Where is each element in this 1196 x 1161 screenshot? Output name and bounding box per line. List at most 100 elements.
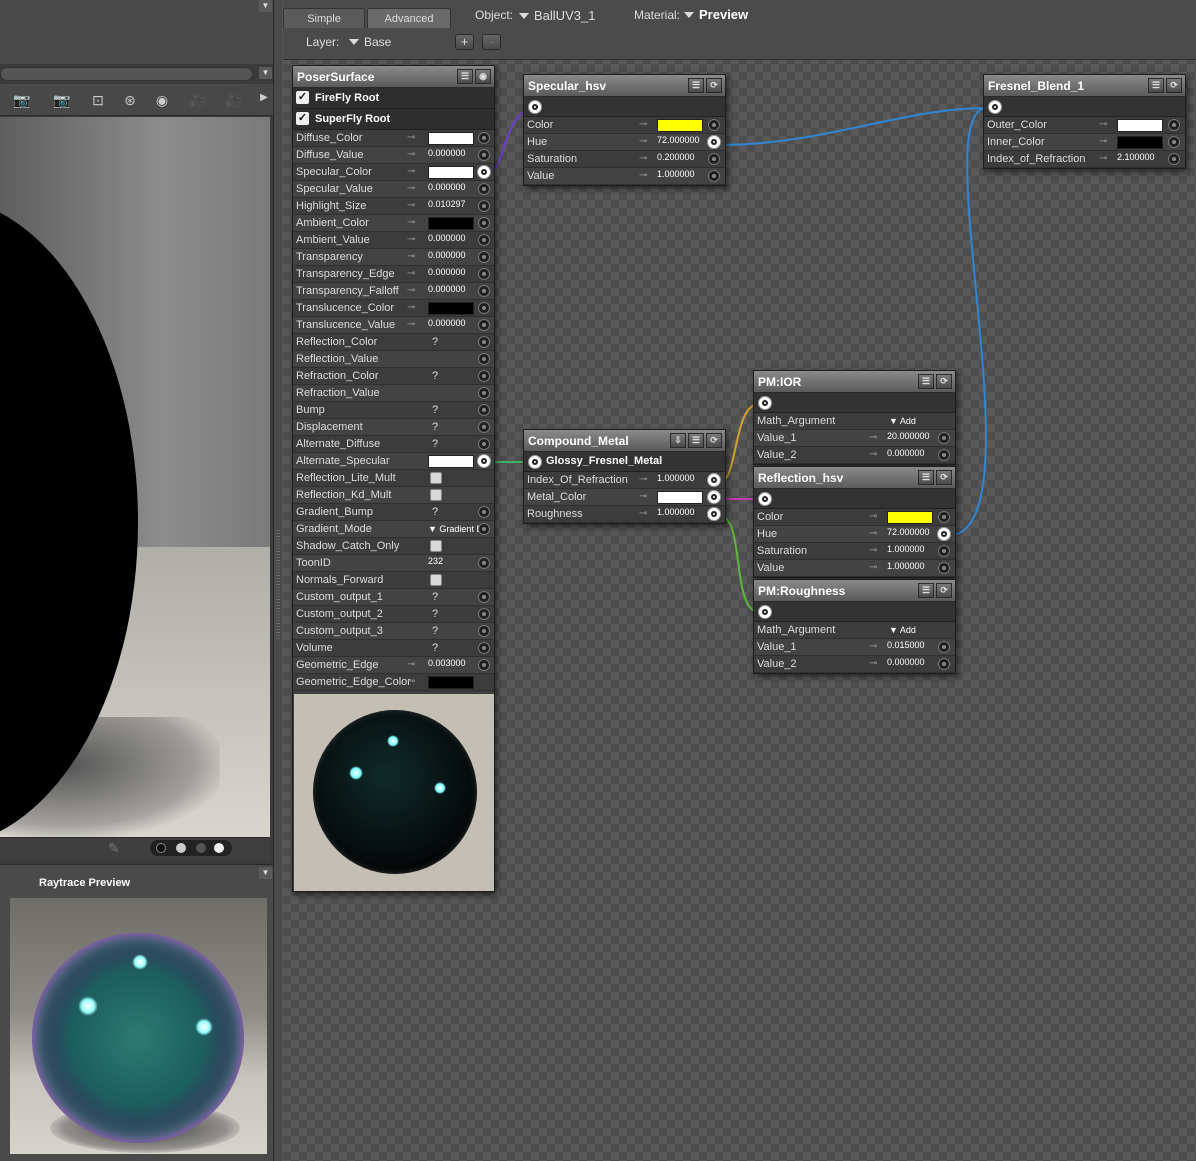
attribute-row[interactable]: Refraction_Value (293, 385, 494, 402)
attribute-row[interactable]: Index_Of_Refraction ⊸ 1.000000 (524, 472, 725, 489)
dropdown[interactable]: ▼ Add (889, 622, 916, 638)
key-icon[interactable]: ⊸ (639, 117, 647, 133)
input-socket-icon[interactable] (478, 302, 490, 314)
attribute-row[interactable]: Inner_Color ⊸ (984, 134, 1185, 151)
key-icon[interactable]: ⊸ (869, 560, 877, 576)
key-icon[interactable]: ⊸ (407, 317, 415, 333)
attribute-row[interactable]: Reflection_Lite_Mult (293, 470, 494, 487)
attribute-row[interactable]: Transparency_Edge ⊸ 0.000000 (293, 266, 494, 283)
attribute-row[interactable]: Volume? (293, 640, 494, 657)
checkbox[interactable] (430, 574, 442, 586)
add-layer-button[interactable]: + (455, 34, 474, 50)
value-field[interactable]: 0.000000 (428, 181, 466, 194)
layer-dropdown[interactable]: Base (349, 35, 391, 49)
eye-icon[interactable]: ◉ (475, 69, 491, 84)
value-field[interactable]: 0.000000 (887, 656, 925, 669)
output-socket-icon[interactable] (528, 100, 542, 114)
dropdown[interactable]: ▼ Add (889, 413, 916, 429)
key-icon[interactable]: ⊸ (407, 198, 415, 214)
attribute-row[interactable]: Gradient_Bump? (293, 504, 494, 521)
input-socket-icon[interactable] (708, 170, 720, 182)
input-socket-icon[interactable] (1168, 136, 1180, 148)
input-socket-icon[interactable] (478, 506, 490, 518)
attribute-row[interactable]: Roughness ⊸ 1.000000 (524, 506, 725, 523)
color-swatch[interactable] (428, 302, 474, 315)
node-options-icon[interactable]: ☰ (918, 374, 934, 389)
display-dots[interactable] (150, 840, 232, 856)
connected-socket-icon[interactable] (477, 454, 491, 468)
connected-socket-icon[interactable] (707, 507, 721, 521)
node-header[interactable]: Compound_Metal ⇩ ☰ ⟳ (524, 430, 725, 452)
collapse-arrow-icon[interactable]: ▼ (259, 0, 272, 12)
attribute-row[interactable]: Math_Argument ▼ Add (754, 622, 955, 639)
key-icon[interactable]: ⊸ (407, 300, 415, 316)
attribute-row[interactable]: Math_Argument ▼ Add (754, 413, 955, 430)
collapse-arrow-icon[interactable]: ▼ (259, 867, 272, 879)
input-socket-icon[interactable] (1168, 153, 1180, 165)
camera-icon[interactable]: 📷 (10, 92, 34, 110)
input-socket-icon[interactable] (938, 658, 950, 670)
attribute-row[interactable]: Hue ⊸ 72.000000 (524, 134, 725, 151)
material-room-editor[interactable]: Simple Advanced Object: BallUV3_1 Materi… (283, 0, 1196, 1161)
reflection-hsv-node[interactable]: Reflection_hsv ☰ ⟳ Color ⊸ Hue ⊸ 72.000000 Sat… (753, 466, 956, 578)
input-socket-icon[interactable] (708, 119, 720, 131)
input-socket-icon[interactable] (938, 511, 950, 523)
input-socket-icon[interactable] (478, 268, 490, 280)
value-field[interactable]: 2.100000 (1117, 151, 1155, 164)
input-socket-icon[interactable] (478, 625, 490, 637)
unset-value[interactable]: ? (432, 623, 438, 639)
input-socket-icon[interactable] (478, 285, 490, 297)
connected-socket-icon[interactable] (707, 490, 721, 504)
attribute-row[interactable]: Shadow_Catch_Only (293, 538, 494, 555)
node-header[interactable]: Specular_hsv ☰ ⟳ (524, 75, 725, 97)
value-field[interactable]: 20.000000 (887, 430, 930, 443)
node-refresh-icon[interactable]: ⟳ (1166, 78, 1182, 93)
key-icon[interactable]: ⊸ (639, 472, 647, 488)
attribute-row[interactable]: Value_1 ⊸ 0.015000 (754, 639, 955, 656)
attribute-row[interactable]: Diffuse_Value ⊸ 0.000000 (293, 147, 494, 164)
key-icon[interactable]: ⊸ (639, 489, 647, 505)
key-icon[interactable]: ⊸ (407, 147, 415, 163)
input-socket-icon[interactable] (478, 404, 490, 416)
key-icon[interactable]: ⊸ (869, 656, 877, 672)
node-header[interactable]: Fresnel_Blend_1 ☰ ⟳ (984, 75, 1185, 97)
input-socket-icon[interactable] (478, 234, 490, 246)
video-camera-icon[interactable]: 🎥 (222, 92, 246, 110)
key-icon[interactable]: ⊸ (639, 151, 647, 167)
node-header[interactable]: PoserSurface ☰ ◉ (293, 66, 494, 88)
attribute-row[interactable]: Transparency_Falloff ⊸ 0.000000 (293, 283, 494, 300)
key-icon[interactable]: ⊸ (1099, 134, 1107, 150)
remove-layer-button[interactable]: - (482, 34, 501, 50)
input-socket-icon[interactable] (478, 370, 490, 382)
input-socket-icon[interactable] (708, 153, 720, 165)
input-socket-icon[interactable] (478, 387, 490, 399)
value-field[interactable]: 0.015000 (887, 639, 925, 652)
compound-metal-node[interactable]: Compound_Metal ⇩ ☰ ⟳ Glossy_Fresnel_Metal … (523, 429, 726, 524)
color-swatch[interactable] (657, 119, 703, 132)
value-field[interactable]: 1.000000 (657, 472, 695, 485)
value-field[interactable]: 232 (428, 555, 443, 568)
node-options-icon[interactable]: ☰ (918, 470, 934, 485)
pm-ior-node[interactable]: PM:IOR ☰ ⟳ Math_Argument ▼ Add Value_1 ⊸ 20.0… (753, 370, 956, 465)
camera-flash-icon[interactable]: 📷 (50, 92, 74, 110)
key-icon[interactable]: ⊸ (869, 447, 877, 463)
output-socket-icon[interactable] (988, 100, 1002, 114)
connected-socket-icon[interactable] (477, 165, 491, 179)
input-socket-icon[interactable] (478, 591, 490, 603)
node-header[interactable]: PM:IOR ☰ ⟳ (754, 371, 955, 393)
value-field[interactable]: 0.000000 (428, 266, 466, 279)
attribute-row[interactable]: Metal_Color ⊸ (524, 489, 725, 506)
output-socket-icon[interactable] (758, 605, 772, 619)
attribute-row[interactable]: ToonID 232 (293, 555, 494, 572)
color-swatch[interactable] (428, 676, 474, 689)
attribute-row[interactable]: Specular_Color ⊸ (293, 164, 494, 181)
sphere-render-icon[interactable]: ◉ (150, 92, 174, 110)
attribute-row[interactable]: Reflection_Kd_Mult (293, 487, 494, 504)
input-socket-icon[interactable] (938, 562, 950, 574)
attribute-row[interactable]: Value_2 ⊸ 0.000000 (754, 656, 955, 673)
value-field[interactable]: 0.200000 (657, 151, 695, 164)
value-field[interactable]: 0.000000 (428, 249, 466, 262)
value-field[interactable]: 1.000000 (657, 506, 695, 519)
attribute-row[interactable]: Color ⊸ (524, 117, 725, 134)
attribute-row[interactable]: Translucence_Value ⊸ 0.000000 (293, 317, 494, 334)
